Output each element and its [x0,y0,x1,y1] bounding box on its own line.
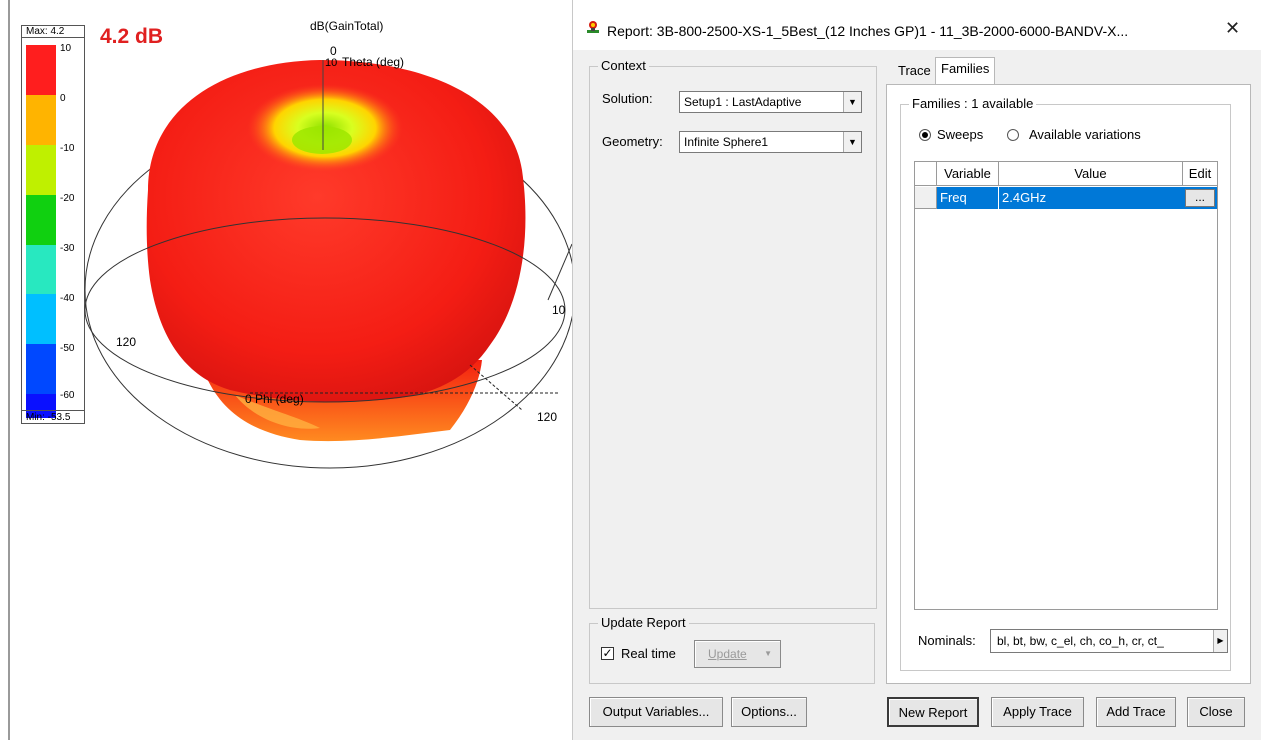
cell-variable[interactable]: Freq [937,187,999,209]
edit-ellipsis-button[interactable]: ... [1185,189,1215,207]
sweeps-label: Sweeps [937,127,984,142]
nominals-value: bl, bt, bw, c_el, ch, co_h, cr, ct_ [997,634,1164,648]
realtime-label: Real time [621,646,676,661]
solution-value: Setup1 : LastAdaptive [684,95,802,109]
cell-value[interactable]: 2.4GHz [999,187,1183,209]
update-label: Update [708,647,747,661]
right-120-label: 120 [537,410,558,424]
variations-label: Available variations [1029,127,1141,142]
close-button[interactable]: Close [1187,697,1245,727]
right-10-label: 10 [552,303,566,317]
radiation-plot-area[interactable]: Max: 4.2 10 0 -10 -20 -30 -40 -50 -60 Mi… [0,0,572,740]
variations-radio[interactable] [1007,129,1019,141]
tab-families[interactable]: Families [935,57,996,85]
update-report-title: Update Report [598,615,689,630]
nominals-field[interactable]: bl, bt, bw, c_el, ch, co_h, cr, ct_ ▶ [990,629,1228,653]
chevron-right-icon[interactable]: ▶ [1213,630,1227,652]
families-group-title: Families : 1 available [909,96,1037,111]
options-button[interactable]: Options... [731,697,807,727]
update-button[interactable]: Update ▼ [694,640,781,668]
theta-axis-label: Theta (deg) [342,55,405,69]
theta-tick-label: 10 [325,57,338,69]
sweeps-radio[interactable] [919,129,931,141]
column-header-edit[interactable]: Edit [1183,162,1217,186]
realtime-checkbox[interactable]: ✓ [601,647,614,660]
output-variables-button[interactable]: Output Variables... [589,697,723,727]
add-trace-button[interactable]: Add Trace [1096,697,1176,727]
apply-trace-button[interactable]: Apply Trace [991,697,1084,727]
app-icon [587,21,599,33]
geometry-value: Infinite Sphere1 [684,135,769,149]
variables-table[interactable]: Variable Value Edit Freq 2.4GHz ... [914,161,1218,610]
column-header-variable[interactable]: Variable [937,162,999,186]
top-center [292,126,352,154]
phi-axis-label: 0 Phi (deg) [245,392,304,406]
column-header-value[interactable]: Value [999,162,1183,186]
row-header-corner [915,162,937,186]
close-icon[interactable]: ✕ [1225,18,1240,39]
chevron-down-icon: ▼ [843,132,861,152]
left-120-label: 120 [116,335,137,349]
geometry-dropdown[interactable]: Infinite Sphere1 ▼ [679,131,862,153]
radiation-pattern-3d [84,60,572,469]
new-report-button[interactable]: New Report [887,697,979,727]
cell-edit[interactable]: ... [1183,187,1217,209]
chevron-down-icon: ▼ [843,92,861,112]
theta-zero-label: 0 [330,44,337,58]
solution-label: Solution: [602,91,653,106]
dialog-titlebar[interactable]: Report: 3B-800-2500-XS-1_5Best_(12 Inche… [573,0,1261,50]
report-dialog: Report: 3B-800-2500-XS-1_5Best_(12 Inche… [572,0,1261,740]
nominals-label: Nominals: [918,633,976,648]
dialog-title: Report: 3B-800-2500-XS-1_5Best_(12 Inche… [607,23,1129,39]
row-header[interactable] [915,187,937,209]
context-group-title: Context [598,58,649,73]
solution-dropdown[interactable]: Setup1 : LastAdaptive ▼ [679,91,862,113]
tab-trace[interactable]: Trace [893,60,936,84]
chevron-down-icon: ▼ [764,649,772,658]
geometry-label: Geometry: [602,134,663,149]
diag-axis [469,364,523,411]
